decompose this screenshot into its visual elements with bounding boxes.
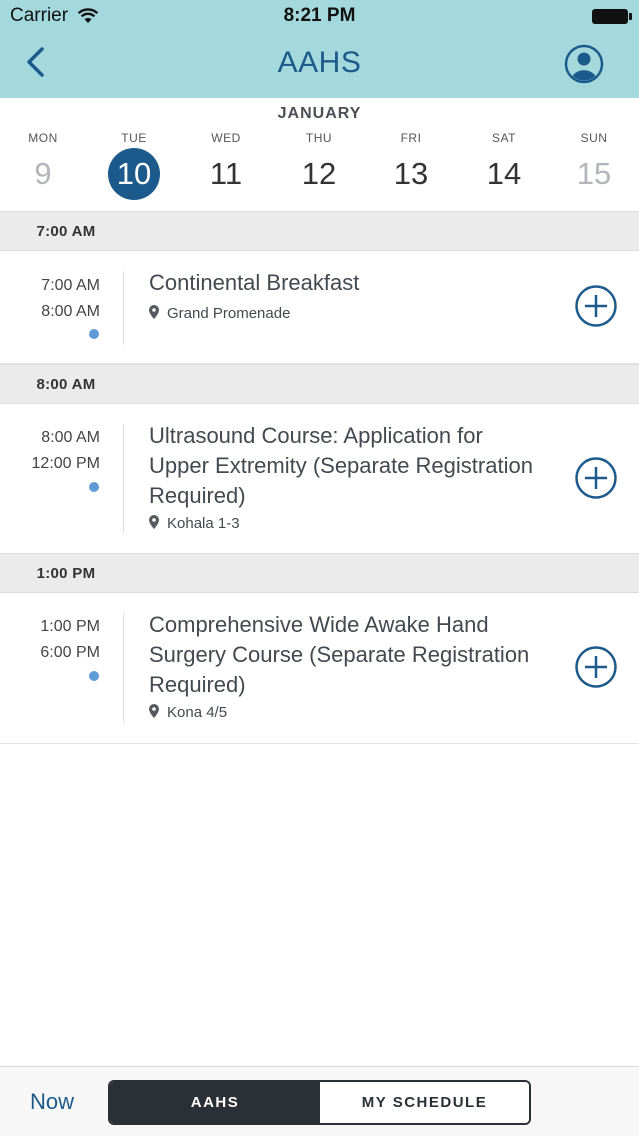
day-of-week: MON: [28, 131, 58, 145]
day-number: 15: [576, 156, 612, 191]
location-label: Grand Promenade: [167, 305, 291, 322]
location-label: Kona 4/5: [167, 704, 228, 721]
section-header: 8:00 AM: [0, 364, 639, 404]
day-number: 14: [486, 156, 522, 191]
day-of-week: SAT: [492, 131, 516, 145]
day-fri-13[interactable]: FRI 13: [376, 128, 446, 208]
section-time: 7:00 AM: [36, 223, 96, 240]
session-start-time: 7:00 AM: [41, 277, 100, 294]
add-circle-icon[interactable]: [574, 284, 618, 328]
divider: [123, 613, 124, 723]
session-title: Ultrasound Course: Application for Upper…: [149, 423, 533, 508]
session-row[interactable]: 8:00 AM 12:00 PM Ultrasound Course: Appl…: [0, 404, 639, 554]
section-header: 1:00 PM: [0, 553, 639, 593]
day-of-week: SUN: [580, 131, 608, 145]
session-end-time: 8:00 AM: [41, 303, 100, 320]
divider: [123, 424, 124, 534]
session-title: Continental Breakfast: [149, 270, 360, 295]
page-title: AAHS: [277, 46, 362, 79]
session-location: Kohala 1-3: [149, 515, 240, 532]
session-row[interactable]: 7:00 AM 8:00 AM Continental Breakfast Gr…: [0, 251, 639, 364]
session-start-time: 1:00 PM: [40, 618, 100, 635]
session-start-time: 8:00 AM: [41, 429, 100, 446]
day-number-selected: 10: [108, 148, 160, 200]
session-row[interactable]: 1:00 PM 6:00 PM Comprehensive Wide Awake…: [0, 593, 639, 744]
header: Carrier 8:21 PM AAHS: [0, 0, 639, 98]
day-number: 12: [301, 156, 337, 191]
section-time: 1:00 PM: [36, 565, 96, 582]
divider: [123, 271, 124, 345]
day-tue-10[interactable]: TUE 10: [99, 128, 169, 208]
section-header: 7:00 AM: [0, 211, 639, 251]
location-pin-icon: [149, 704, 159, 718]
battery-icon: [592, 9, 632, 24]
day-number: 11: [209, 156, 243, 191]
location-pin-icon: [149, 515, 159, 529]
add-circle-icon[interactable]: [574, 645, 618, 689]
day-number: 13: [393, 156, 429, 191]
segment-my-schedule[interactable]: MY SCHEDULE: [320, 1082, 529, 1123]
day-number: 9: [34, 156, 52, 191]
section-time: 8:00 AM: [36, 376, 96, 393]
month-label: JANUARY: [277, 105, 362, 122]
status-time: 8:21 PM: [283, 5, 356, 26]
now-button[interactable]: Now: [30, 1089, 74, 1115]
session-dot: [89, 671, 99, 681]
segmented-control: AAHS MY SCHEDULE: [108, 1080, 531, 1125]
session-dot: [89, 482, 99, 492]
bottom-bar: Now AAHS MY SCHEDULE: [0, 1066, 639, 1136]
session-location: Grand Promenade: [149, 305, 290, 322]
session-end-time: 6:00 PM: [40, 644, 100, 661]
user-circle-icon[interactable]: [564, 44, 604, 84]
session-location: Kona 4/5: [149, 704, 227, 721]
location-label: Kohala 1-3: [167, 515, 240, 532]
day-of-week: FRI: [400, 131, 422, 145]
day-wed-11[interactable]: WED 11: [191, 128, 261, 208]
add-circle-icon[interactable]: [574, 456, 618, 500]
day-of-week: THU: [305, 131, 333, 145]
session-dot: [89, 329, 99, 339]
status-bar: Carrier 8:21 PM: [0, 0, 639, 34]
day-of-week: TUE: [121, 131, 147, 145]
day-sat-14[interactable]: SAT 14: [469, 128, 539, 208]
segment-aahs[interactable]: AAHS: [110, 1082, 320, 1123]
day-mon-9[interactable]: MON 9: [8, 128, 78, 208]
session-end-time: 12:00 PM: [31, 455, 100, 472]
session-title: Comprehensive Wide Awake Hand Surgery Co…: [149, 612, 530, 697]
day-thu-12[interactable]: THU 12: [284, 128, 354, 208]
location-pin-icon: [149, 305, 159, 319]
day-of-week: WED: [211, 131, 241, 145]
day-sun-15[interactable]: SUN 15: [559, 128, 629, 208]
